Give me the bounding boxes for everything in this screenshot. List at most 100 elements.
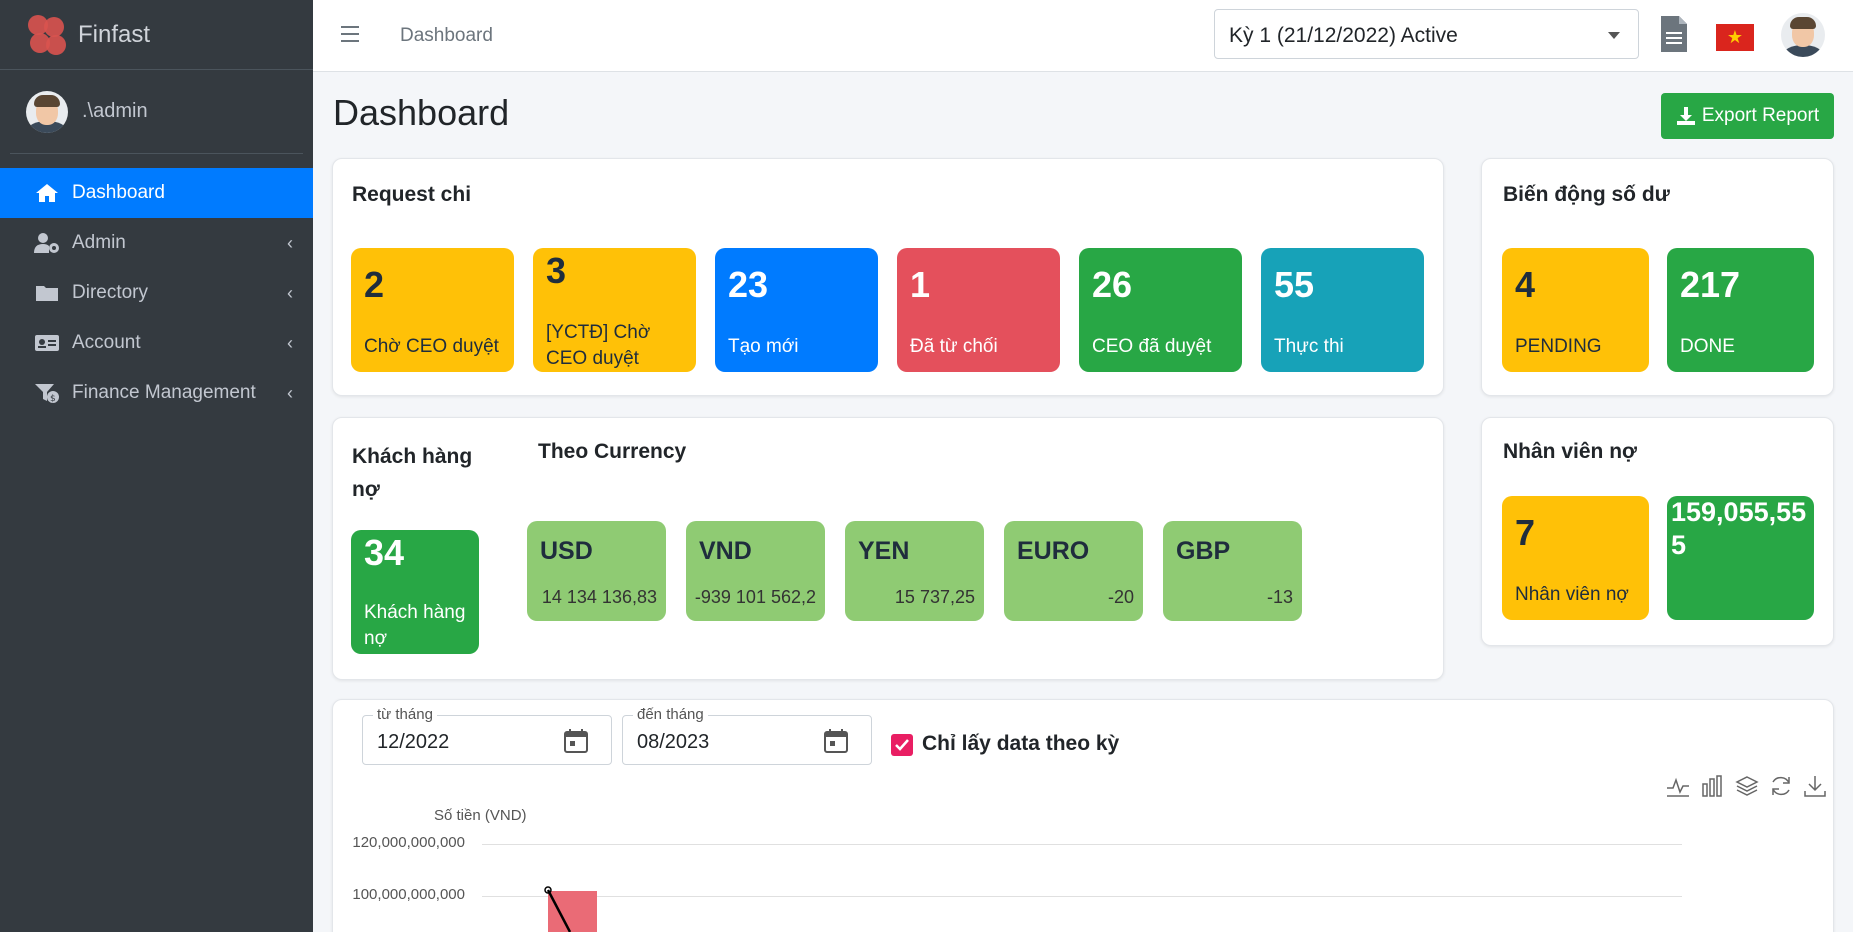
vietnam-flag-icon[interactable]: ★ (1716, 24, 1754, 51)
tile-done[interactable]: 217 DONE (1667, 248, 1814, 372)
sidebar-item-label: Dashboard (72, 182, 165, 203)
bien-dong-title: Biến động số dư (1503, 183, 1670, 206)
line-chart-icon[interactable] (1666, 774, 1690, 798)
tile-cho-ceo-duyet[interactable]: 2 Chờ CEO duyệt (351, 248, 514, 372)
to-month-label: đến tháng (633, 706, 708, 723)
folder-icon (34, 282, 60, 304)
brand-name: Finfast (78, 20, 151, 48)
chart-y-tick: 120,000,000,000 (352, 834, 465, 851)
sidebar-item-directory[interactable]: Directory ‹ (0, 268, 313, 318)
sidebar-item-label: Directory (72, 282, 149, 303)
tile-value: 55 (1274, 264, 1315, 305)
to-month-field[interactable]: đến tháng 08/2023 (622, 706, 872, 765)
breadcrumb[interactable]: Dashboard (400, 25, 493, 47)
tile-currency-euro[interactable]: EURO -20 (1004, 521, 1143, 621)
user-name[interactable]: .\admin (82, 100, 148, 123)
sidebar: Finfast .\admin Dashboard Admin ‹ Direct… (0, 0, 313, 932)
check-icon (895, 739, 909, 751)
tile-value: 7 (1515, 512, 1536, 553)
tile-value: 26 (1092, 264, 1133, 305)
user-panel[interactable]: .\admin (10, 70, 303, 154)
tile-currency-usd[interactable]: USD 14 134 136,83 (527, 521, 666, 621)
to-month-value: 08/2023 (637, 731, 710, 753)
tile-currency-yen[interactable]: YEN 15 737,25 (845, 521, 984, 621)
tile-value: 34 (364, 532, 405, 573)
document-icon[interactable] (1659, 14, 1689, 54)
tile-da-tu-choi[interactable]: 1 Đã từ chối (897, 248, 1060, 372)
currency-code: VND (699, 537, 752, 565)
bien-dong-card: Biến động số dư 4 PENDING 217 DONE (1481, 158, 1834, 396)
tile-currency-gbp[interactable]: GBP -13 (1163, 521, 1302, 621)
user-avatar-button[interactable] (1781, 13, 1825, 57)
sidebar-item-account[interactable]: Account ‹ (0, 318, 313, 368)
chevron-left-icon: ‹ (287, 283, 293, 303)
tile-nhan-vien-no[interactable]: 7 Nhân viên nợ (1502, 496, 1649, 620)
refresh-icon[interactable] (1769, 774, 1793, 798)
tile-ceo-da-duyet[interactable]: 26 CEO đã duyệt (1079, 248, 1242, 372)
topbar: Dashboard Kỳ 1 (21/12/2022) Active ★ (313, 0, 1853, 72)
sidebar-item-finance-management[interactable]: $ Finance Management ‹ (0, 368, 313, 418)
tile-thuc-thi[interactable]: 55 Thực thi (1261, 248, 1424, 372)
tile-nhan-vien-no-amount[interactable]: 159,055,555 (1667, 496, 1814, 620)
tile-pending[interactable]: 4 PENDING (1502, 248, 1649, 372)
tile-label: PENDING (1515, 336, 1602, 357)
page-title: Dashboard (333, 92, 510, 133)
tile-tao-moi[interactable]: 23 Tạo mới (715, 248, 878, 372)
tile-label: [YCTĐ] Chờ CEO duyệt (546, 322, 651, 369)
tile-value: 1 (910, 264, 931, 305)
download-icon[interactable] (1803, 774, 1827, 798)
tile-currency-vnd[interactable]: VND -939 101 562,2 (686, 521, 825, 621)
from-month-field[interactable]: từ tháng 12/2022 (362, 706, 612, 765)
request-chi-card: Request chi 2 Chờ CEO duyệt 3 [YCTĐ] Chờ… (332, 158, 1444, 396)
currency-amount: -939 101 562,2 (694, 587, 816, 607)
avatar (26, 90, 68, 133)
tile-value: 23 (728, 264, 769, 305)
sidebar-nav: Dashboard Admin ‹ Directory ‹ Account ‹ (0, 168, 313, 418)
tile-yctd-cho-ceo-duyet[interactable]: 3 [YCTĐ] Chờ CEO duyệt (533, 248, 696, 372)
chart-y-axis-title: Số tiền (VND) (434, 807, 527, 824)
calendar-icon[interactable] (823, 728, 849, 754)
brand[interactable]: Finfast (0, 0, 313, 70)
currency-code: USD (540, 537, 593, 565)
tile-label: CEO đã duyệt (1092, 336, 1212, 357)
tile-value: 159,055,555 (1671, 497, 1807, 560)
tile-label: Chờ CEO duyệt (364, 336, 499, 357)
menu-toggle-icon[interactable] (341, 26, 359, 42)
chevron-left-icon: ‹ (287, 333, 293, 353)
chart-y-tick: 100,000,000,000 (352, 886, 465, 903)
svg-text:$: $ (50, 394, 56, 404)
tile-value: 4 (1515, 264, 1536, 305)
currency-code: YEN (858, 537, 910, 565)
sidebar-item-dashboard[interactable]: Dashboard (0, 168, 313, 218)
period-select[interactable]: Kỳ 1 (21/12/2022) Active (1214, 9, 1639, 59)
filter-dollar-icon: $ (34, 382, 60, 404)
export-report-button[interactable]: Export Report (1661, 93, 1834, 139)
tile-value: 217 (1680, 264, 1741, 305)
export-report-label: Export Report (1701, 105, 1820, 126)
tile-khach-hang-no[interactable]: 34 Khách hàng nợ (351, 530, 479, 654)
khach-hang-title: Khách hàng nợ (352, 445, 473, 501)
tile-label: Thực thi (1274, 336, 1344, 357)
tile-label: DONE (1680, 336, 1735, 357)
tile-label: Khách hàng nợ (364, 602, 466, 649)
chevron-left-icon: ‹ (287, 233, 293, 253)
tile-value: 2 (364, 264, 385, 305)
currency-amount: 14 134 136,83 (541, 587, 657, 607)
sidebar-item-admin[interactable]: Admin ‹ (0, 218, 313, 268)
brand-logo-icon (28, 14, 66, 55)
period-only-label[interactable]: Chỉ lấy data theo kỳ (922, 732, 1119, 756)
nhan-vien-no-title: Nhân viên nợ (1503, 440, 1637, 463)
from-month-label: từ tháng (373, 706, 437, 723)
download-icon (1676, 107, 1695, 125)
period-select-value: Kỳ 1 (21/12/2022) Active (1229, 24, 1458, 47)
user-cog-icon (34, 232, 60, 254)
bar-chart-icon[interactable] (1700, 774, 1724, 798)
stack-icon[interactable] (1735, 774, 1759, 798)
currency-amount: -20 (1107, 587, 1134, 607)
currency-amount: -13 (1266, 587, 1293, 607)
calendar-icon[interactable] (563, 728, 589, 754)
currency-code: EURO (1017, 537, 1090, 565)
period-only-checkbox[interactable] (891, 734, 913, 756)
sidebar-item-label: Account (72, 332, 141, 353)
chart-series-line (544, 886, 572, 932)
